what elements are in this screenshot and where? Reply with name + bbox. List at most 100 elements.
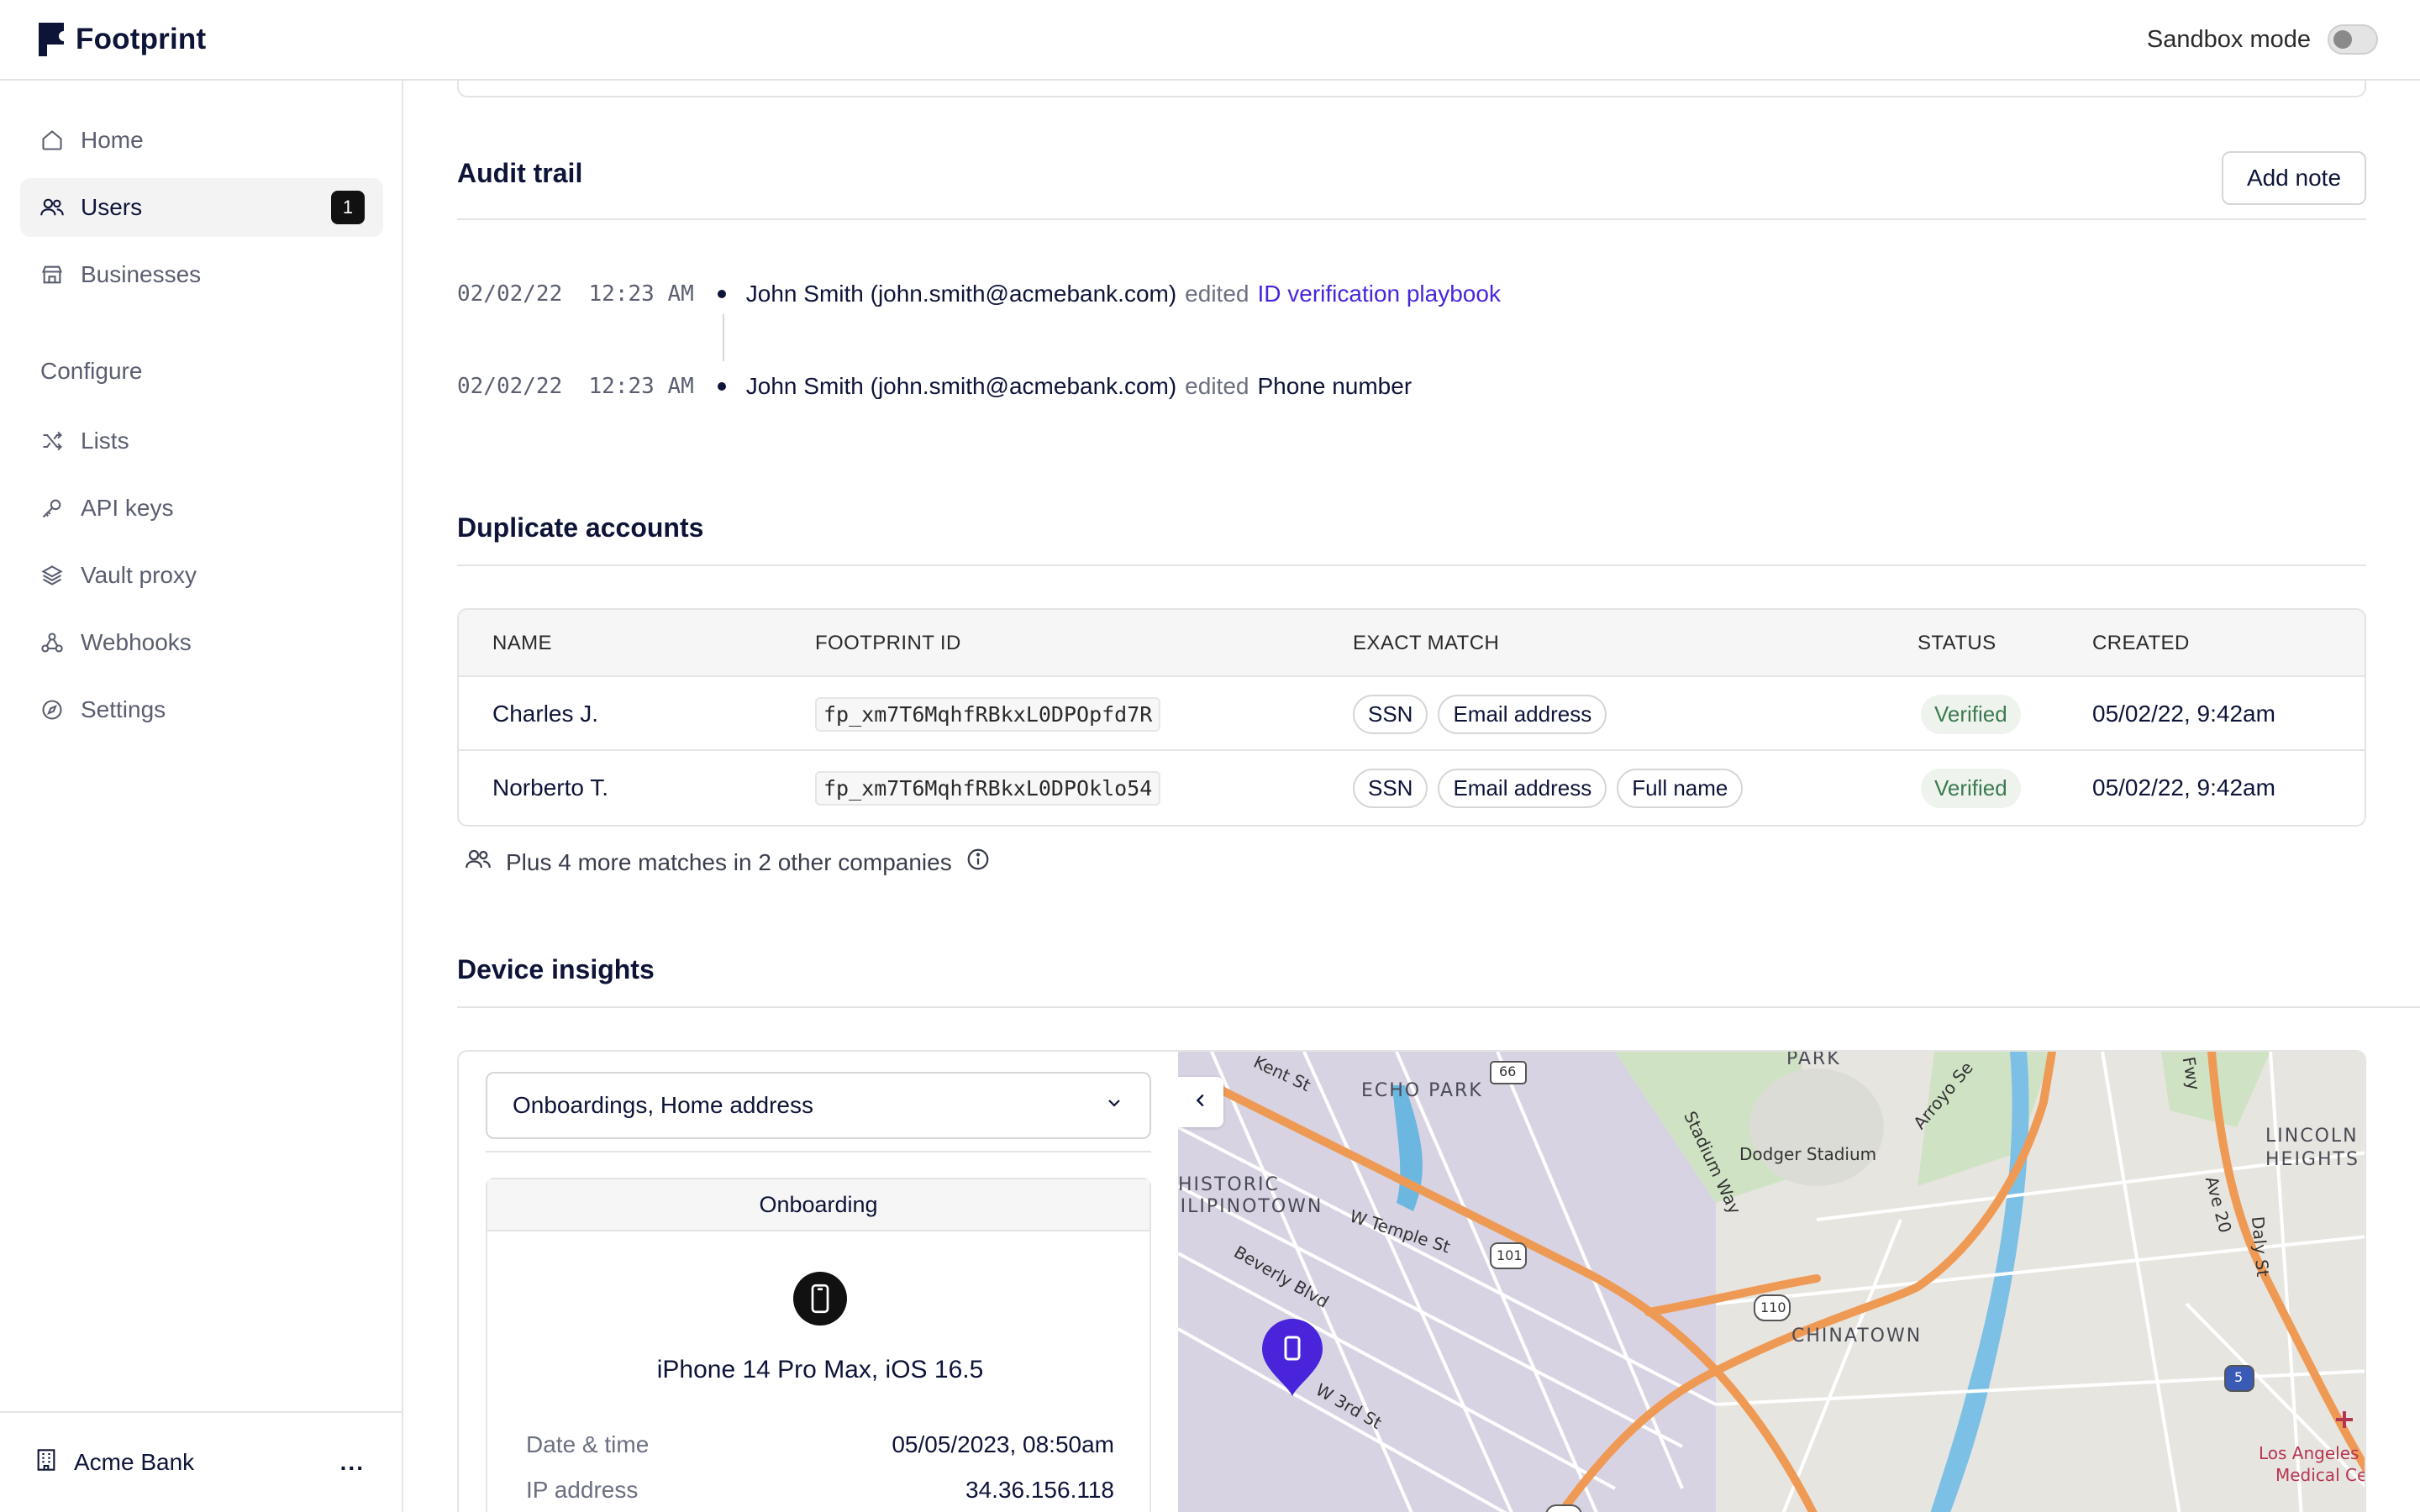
sidebar-item-label: API keys bbox=[81, 495, 174, 521]
map-area-label: HEIGHTS bbox=[2265, 1149, 2360, 1170]
configure-section-label: Configure bbox=[40, 358, 143, 384]
device-location-map[interactable]: Kent St ECHO PARK PARK HISTORIC FILIPINO… bbox=[1178, 1052, 2365, 1512]
key-icon bbox=[39, 495, 66, 522]
cell-created: 05/02/22, 9:42am bbox=[2092, 701, 2275, 727]
sidebar-item-label: Businesses bbox=[81, 261, 202, 287]
sidebar-item-label: Settings bbox=[81, 696, 166, 722]
sidebar-item-label: Lists bbox=[81, 428, 129, 454]
duplicate-accounts-table: NAME FOOTPRINT ID EXACT MATCH STATUS CRE… bbox=[457, 608, 2366, 827]
column-header: EXACT MATCH bbox=[1353, 632, 1500, 654]
org-switcher[interactable]: Acme Bank ... bbox=[0, 1411, 403, 1512]
timeline-dot bbox=[717, 382, 726, 391]
route-shield-label: 5 bbox=[2234, 1369, 2244, 1385]
building-icon bbox=[35, 1448, 57, 1478]
collapse-panel-button[interactable] bbox=[1178, 1077, 1223, 1127]
column-header: STATUS bbox=[1918, 632, 1996, 654]
table-row[interactable]: Charles J. fp_xm7T6MqhfRBkxL0DPOpfd7R SS… bbox=[459, 677, 2365, 751]
location-pin-icon[interactable] bbox=[1260, 1317, 1324, 1398]
users-icon bbox=[39, 194, 66, 221]
column-header: CREATED bbox=[2092, 632, 2190, 654]
logo[interactable]: Footprint bbox=[39, 23, 206, 56]
cell-name: Norberto T. bbox=[492, 774, 608, 801]
onboarding-card: Onboarding iPhone 14 Pro Max, iOS 16.5 D… bbox=[486, 1178, 1151, 1512]
top-bar: Footprint Sandbox mode bbox=[0, 0, 2420, 81]
shuffle-icon bbox=[39, 428, 66, 454]
match-chip: Email address bbox=[1438, 694, 1607, 734]
sidebar-item-vault-proxy[interactable]: Vault proxy bbox=[20, 546, 383, 605]
sidebar-item-users[interactable]: Users 1 bbox=[20, 178, 383, 237]
audit-verb: edited bbox=[1185, 281, 1249, 307]
phone-icon bbox=[793, 1272, 847, 1326]
map-area-label: PARK bbox=[1786, 1052, 1841, 1069]
footprint-id-code[interactable]: fp_xm7T6MqhfRBkxL0DPOklo54 bbox=[815, 770, 1161, 806]
device-field-row: IP address 34.36.156.118 bbox=[526, 1477, 1114, 1504]
info-icon[interactable] bbox=[965, 847, 991, 878]
map-area-label: ECHO PARK bbox=[1361, 1080, 1483, 1101]
cell-status: Verified bbox=[1921, 751, 2021, 825]
chevron-left-icon bbox=[1192, 1089, 1210, 1116]
field-label: IP address bbox=[526, 1477, 639, 1503]
footprint-id-code[interactable]: fp_xm7T6MqhfRBkxL0DPOpfd7R bbox=[815, 696, 1161, 732]
timeline-dot bbox=[717, 290, 726, 298]
more-matches: Plus 4 more matches in 2 other companies bbox=[464, 847, 991, 878]
map-streets bbox=[1178, 1052, 2365, 1512]
cell-footprint-id: fp_xm7T6MqhfRBkxL0DPOpfd7R bbox=[815, 677, 1161, 751]
map-area-label: CHINATOWN bbox=[1791, 1326, 1923, 1347]
users-icon bbox=[464, 847, 492, 878]
cell-status: Verified bbox=[1921, 677, 2021, 751]
users-count-badge: 1 bbox=[331, 191, 365, 224]
audit-trail-title: Audit trail bbox=[457, 158, 583, 188]
audit-target-link[interactable]: ID verification playbook bbox=[1257, 281, 1500, 307]
table-header: NAME FOOTPRINT ID EXACT MATCH STATUS CRE… bbox=[459, 610, 2365, 677]
sidebar-item-webhooks[interactable]: Webhooks bbox=[20, 613, 383, 672]
audit-divider bbox=[457, 218, 2366, 220]
device-insights-title: Device insights bbox=[457, 954, 655, 984]
sandbox-mode: Sandbox mode bbox=[2147, 24, 2378, 55]
match-chip: Email address bbox=[1438, 768, 1607, 808]
cell-exact-match: SSN Email address Full name bbox=[1353, 751, 1744, 825]
audit-target: Phone number bbox=[1257, 373, 1413, 399]
device-name: iPhone 14 Pro Max, iOS 16.5 bbox=[656, 1356, 984, 1383]
field-value: 05/05/2023, 08:50am bbox=[892, 1431, 1114, 1457]
column-header: NAME bbox=[492, 632, 552, 654]
table-row[interactable]: Norberto T. fp_xm7T6MqhfRBkxL0DPOklo54 S… bbox=[459, 751, 2365, 825]
sidebar-item-businesses[interactable]: Businesses bbox=[20, 245, 383, 304]
app-root: Footprint Sandbox mode Home Users 1 Busi… bbox=[0, 0, 2420, 1512]
map-area-label: LINCOLN bbox=[2265, 1126, 2359, 1147]
sidebar-item-api-keys[interactable]: API keys bbox=[20, 479, 383, 538]
sidebar-item-lists[interactable]: Lists bbox=[20, 412, 383, 470]
audit-verb: edited bbox=[1185, 373, 1249, 399]
audit-actor: John Smith (john.smith@acmebank.com) bbox=[745, 281, 1177, 307]
footprint-logo-icon bbox=[39, 23, 64, 56]
status-badge: Verified bbox=[1921, 768, 2021, 808]
cell-created: 05/02/22, 9:42am bbox=[2092, 774, 2275, 801]
map-place-label: Dodger Stadium bbox=[1739, 1144, 1877, 1164]
device-divider bbox=[457, 1006, 2420, 1008]
map-area-label: HISTORIC bbox=[1178, 1174, 1280, 1195]
sandbox-toggle[interactable] bbox=[2328, 24, 2378, 55]
map-area-label: FILIPINOTOWN bbox=[1178, 1196, 1323, 1217]
add-note-button[interactable]: Add note bbox=[2222, 151, 2366, 205]
audit-entry: 02/02/22 12:23 AM John Smith (john.smith… bbox=[457, 370, 1412, 403]
sidebar-item-settings[interactable]: Settings bbox=[20, 680, 383, 739]
match-chip: Full name bbox=[1617, 768, 1744, 808]
more-options-icon[interactable]: ... bbox=[340, 1449, 365, 1476]
home-icon bbox=[39, 127, 66, 154]
settings-icon bbox=[39, 696, 66, 723]
audit-timestamp: 02/02/22 12:23 AM bbox=[457, 281, 694, 307]
chevron-down-icon bbox=[1104, 1092, 1124, 1119]
app-name: Footprint bbox=[76, 23, 207, 55]
field-label: Date & time bbox=[526, 1431, 650, 1457]
audit-actor: John Smith (john.smith@acmebank.com) bbox=[745, 373, 1177, 399]
cell-footprint-id: fp_xm7T6MqhfRBkxL0DPOklo54 bbox=[815, 751, 1161, 825]
layers-icon bbox=[39, 562, 66, 589]
field-value: 34.36.156.118 bbox=[965, 1477, 1114, 1503]
sidebar-item-home[interactable]: Home bbox=[20, 111, 383, 170]
audit-timestamp: 02/02/22 12:23 AM bbox=[457, 374, 694, 399]
match-chip: SSN bbox=[1353, 694, 1428, 734]
duplicates-divider bbox=[457, 564, 2366, 566]
more-matches-text: Plus 4 more matches in 2 other companies bbox=[506, 848, 952, 875]
device-filter-select[interactable]: Onboardings, Home address bbox=[486, 1072, 1151, 1139]
route-shield-label: 66 bbox=[1499, 1063, 1517, 1079]
store-icon bbox=[39, 261, 66, 288]
